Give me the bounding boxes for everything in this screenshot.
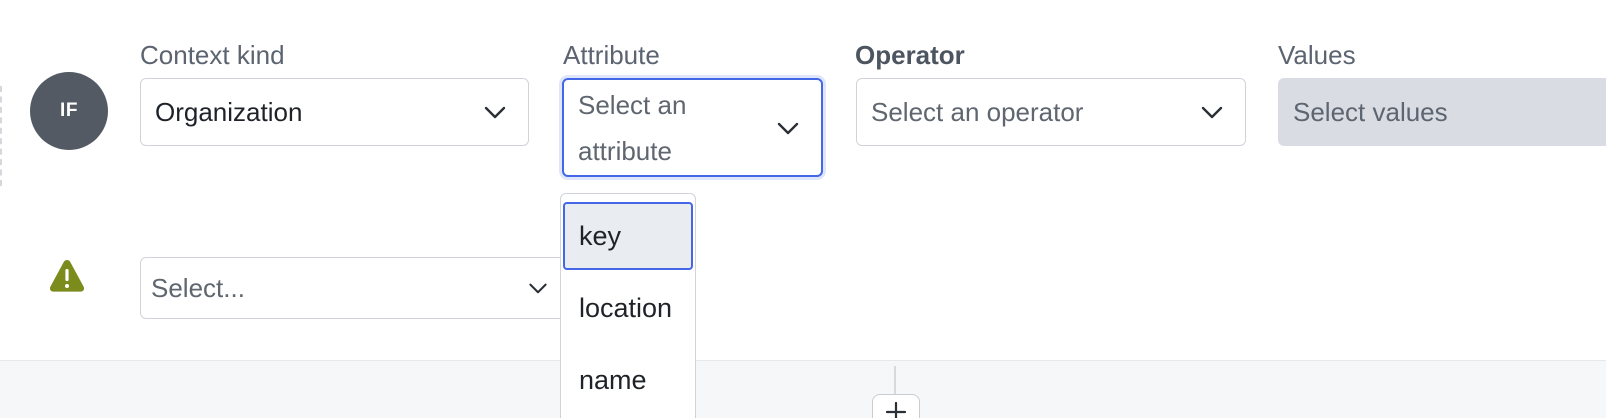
attribute-label: Attribute (563, 40, 660, 70)
attribute-select[interactable]: Select an attribute (562, 78, 823, 177)
plus-icon (885, 401, 907, 418)
if-badge: IF (30, 72, 108, 150)
second-select-placeholder: Select... (151, 272, 245, 303)
chevron-down-icon (484, 106, 506, 119)
values-select[interactable]: Select values (1278, 78, 1606, 146)
values-placeholder: Select values (1293, 96, 1448, 127)
warning-triangle-icon (49, 260, 85, 292)
operator-placeholder: Select an operator (871, 96, 1084, 127)
rule-rail (0, 86, 2, 186)
values-label: Values (1278, 40, 1356, 70)
second-select[interactable]: Select... (140, 257, 570, 319)
chevron-down-icon (1201, 106, 1223, 119)
attribute-option-location[interactable]: location (563, 274, 693, 342)
attribute-dropdown-menu: key location name (560, 193, 696, 418)
attribute-option-name[interactable]: name (563, 346, 693, 414)
attribute-placeholder: Select an attribute (578, 89, 687, 166)
connector-line (894, 366, 896, 396)
operator-label: Operator (855, 40, 965, 70)
operator-select[interactable]: Select an operator (856, 78, 1246, 146)
context-kind-value: Organization (155, 96, 303, 127)
attribute-option-key[interactable]: key (563, 202, 693, 270)
add-rule-button[interactable] (872, 394, 920, 418)
chevron-down-icon (777, 122, 799, 134)
chevron-down-icon (529, 283, 547, 294)
context-kind-select[interactable]: Organization (140, 78, 529, 146)
context-kind-label: Context kind (140, 40, 285, 70)
rules-footer (0, 360, 1606, 418)
